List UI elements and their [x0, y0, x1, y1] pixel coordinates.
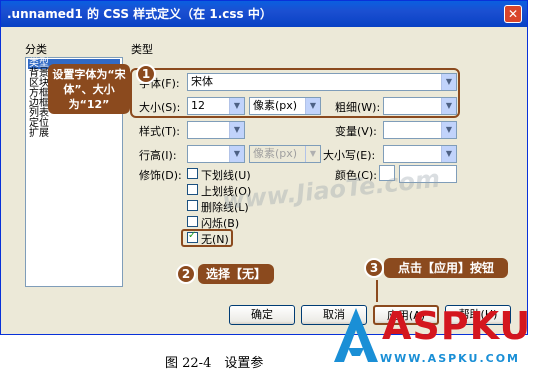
decoration-label: 修饰(D): — [139, 169, 182, 182]
annotation-bubble-1: 设置字体为“宋体”、大小为“12” — [48, 64, 130, 114]
annotation-arrow-3 — [376, 280, 378, 302]
panel-header: 类型 — [131, 43, 153, 56]
lineheight-label: 行高(I): — [139, 149, 177, 162]
step-number-1: 1 — [136, 64, 156, 84]
chevron-down-icon: ▼ — [305, 146, 320, 162]
annotation-bubble-3: 点击【应用】按钮 — [384, 258, 508, 278]
step-number-3: 3 — [364, 258, 384, 278]
variant-select[interactable]: ▼ — [383, 121, 457, 139]
annotation-frame-1 — [130, 68, 460, 118]
chevron-down-icon: ▼ — [229, 146, 244, 162]
lineheight-unit-select: 像素(px) ▼ — [249, 145, 321, 163]
dialog-title: .unnamed1 的 CSS 样式定义（在 1.css 中） — [7, 7, 272, 21]
case-select[interactable]: ▼ — [383, 145, 457, 163]
figure-caption: 图 22-4 设置参 — [165, 356, 264, 371]
annotation-frame-2 — [181, 229, 233, 247]
css-style-dialog: .unnamed1 的 CSS 样式定义（在 1.css 中） ✕ 分类 类型背… — [0, 0, 528, 335]
step-number-2: 2 — [176, 264, 196, 284]
decoration-checkbox[interactable] — [187, 184, 198, 195]
case-label: 大小写(E): — [323, 149, 376, 162]
decoration-checkbox[interactable] — [187, 216, 198, 227]
decoration-checkbox[interactable] — [187, 168, 198, 179]
chevron-down-icon: ▼ — [229, 122, 244, 138]
chevron-down-icon: ▼ — [441, 146, 456, 162]
close-icon[interactable]: ✕ — [504, 5, 522, 23]
ok-button[interactable]: 确定 — [229, 305, 295, 325]
category-item[interactable]: 扩展 — [28, 129, 120, 139]
dialog-title-bar: .unnamed1 的 CSS 样式定义（在 1.css 中） ✕ — [1, 1, 527, 27]
logo-domain: WWW.ASPKU.COM — [380, 352, 520, 365]
lineheight-select[interactable]: ▼ — [187, 145, 245, 163]
variant-label: 变量(V): — [335, 125, 377, 138]
aspku-logo: ASPKU WWW.ASPKU.COM — [330, 300, 530, 372]
logo-text: ASPKU — [382, 304, 532, 348]
decoration-label-text[interactable]: 下划线(U) — [201, 167, 251, 183]
annotation-bubble-2: 选择【无】 — [198, 264, 274, 284]
decoration-checkbox[interactable] — [187, 200, 198, 211]
category-header: 分类 — [25, 43, 47, 56]
style-label: 样式(T): — [139, 125, 181, 138]
lineheight-unit-value: 像素(px) — [253, 147, 298, 160]
style-select[interactable]: ▼ — [187, 121, 245, 139]
chevron-down-icon: ▼ — [441, 122, 456, 138]
